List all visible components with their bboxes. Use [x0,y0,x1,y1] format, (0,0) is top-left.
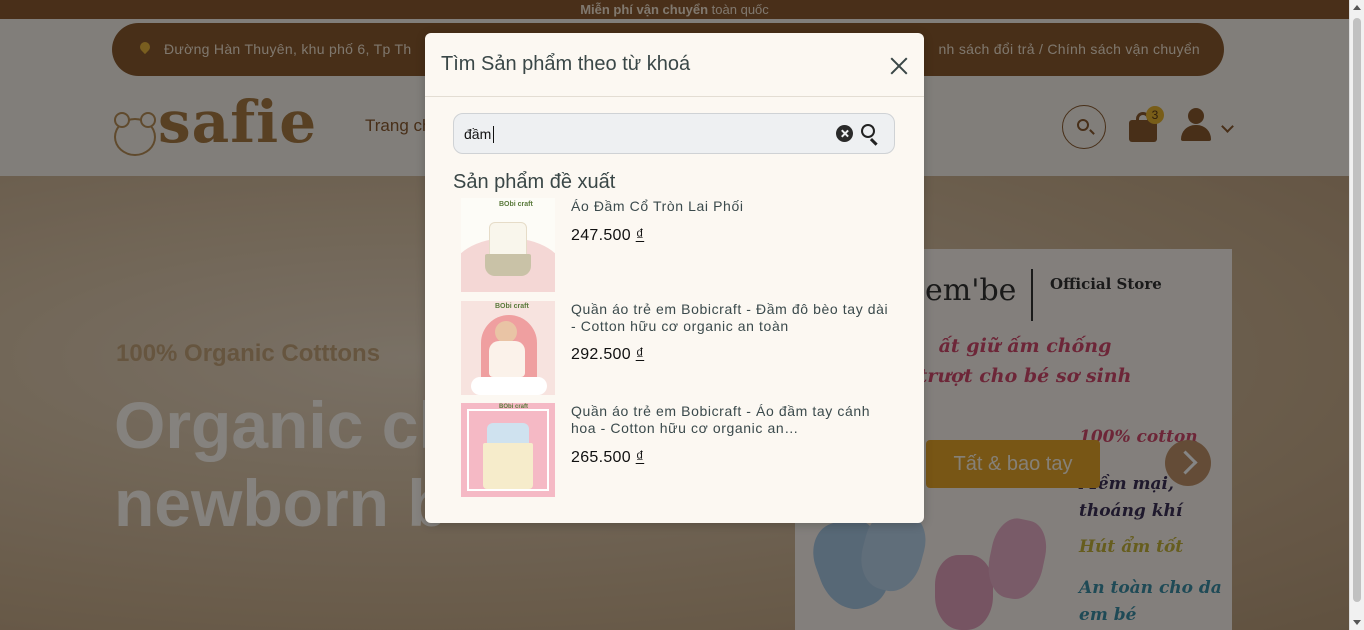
modal-title: Tìm Sản phẩm theo từ khoá [441,53,691,75]
price-value: 265.500 [571,449,636,466]
suggestions-heading: Sản phẩm đề xuất [453,171,616,193]
scroll-up-arrow-icon[interactable] [1353,5,1361,10]
currency-symbol: ₫ [635,346,645,363]
price-value: 247.500 [571,227,636,244]
text-cursor [493,126,494,143]
page-scrollbar[interactable] [1349,0,1364,630]
thumbnail-brand-text: BObi craft [495,303,529,310]
product-price: 292.500 ₫ [571,346,644,364]
product-name[interactable]: Quần áo trẻ em Bobicraft - Đầm đô bèo ta… [571,301,891,335]
product-price: 265.500 ₫ [571,449,644,467]
search-input[interactable] [464,122,824,146]
close-icon[interactable] [887,54,911,78]
search-modal: Tìm Sản phẩm theo từ khoá Sản phẩm đề xu… [425,33,924,523]
product-item[interactable]: BObi craft Quần áo trẻ em Bobicraft - Áo… [461,403,901,499]
product-item[interactable]: BObi craft Quần áo trẻ em Bobicraft - Đầ… [461,301,901,397]
product-item[interactable]: BObi craft Áo Đầm Cổ Tròn Lai Phối 247.5… [461,198,901,294]
price-value: 292.500 [571,346,636,363]
modal-header: Tìm Sản phẩm theo từ khoá [425,33,924,97]
currency-symbol: ₫ [635,227,645,244]
product-thumbnail[interactable]: BObi craft [461,403,555,497]
currency-symbol: ₫ [635,449,645,466]
thumbnail-brand-text: BObi craft [499,404,529,410]
product-thumbnail[interactable]: BObi craft [461,301,555,395]
scroll-down-arrow-icon[interactable] [1353,620,1361,625]
clear-icon[interactable] [836,125,853,142]
thumbnail-brand-text: BObi craft [499,201,533,208]
product-thumbnail[interactable]: BObi craft [461,198,555,292]
product-price: 247.500 ₫ [571,227,644,245]
search-icon[interactable] [861,124,880,146]
scroll-thumb[interactable] [1353,18,1361,602]
product-name[interactable]: Áo Đầm Cổ Tròn Lai Phối [571,198,891,215]
product-name[interactable]: Quần áo trẻ em Bobicraft - Áo đầm tay cá… [571,403,891,437]
search-box [453,113,895,154]
